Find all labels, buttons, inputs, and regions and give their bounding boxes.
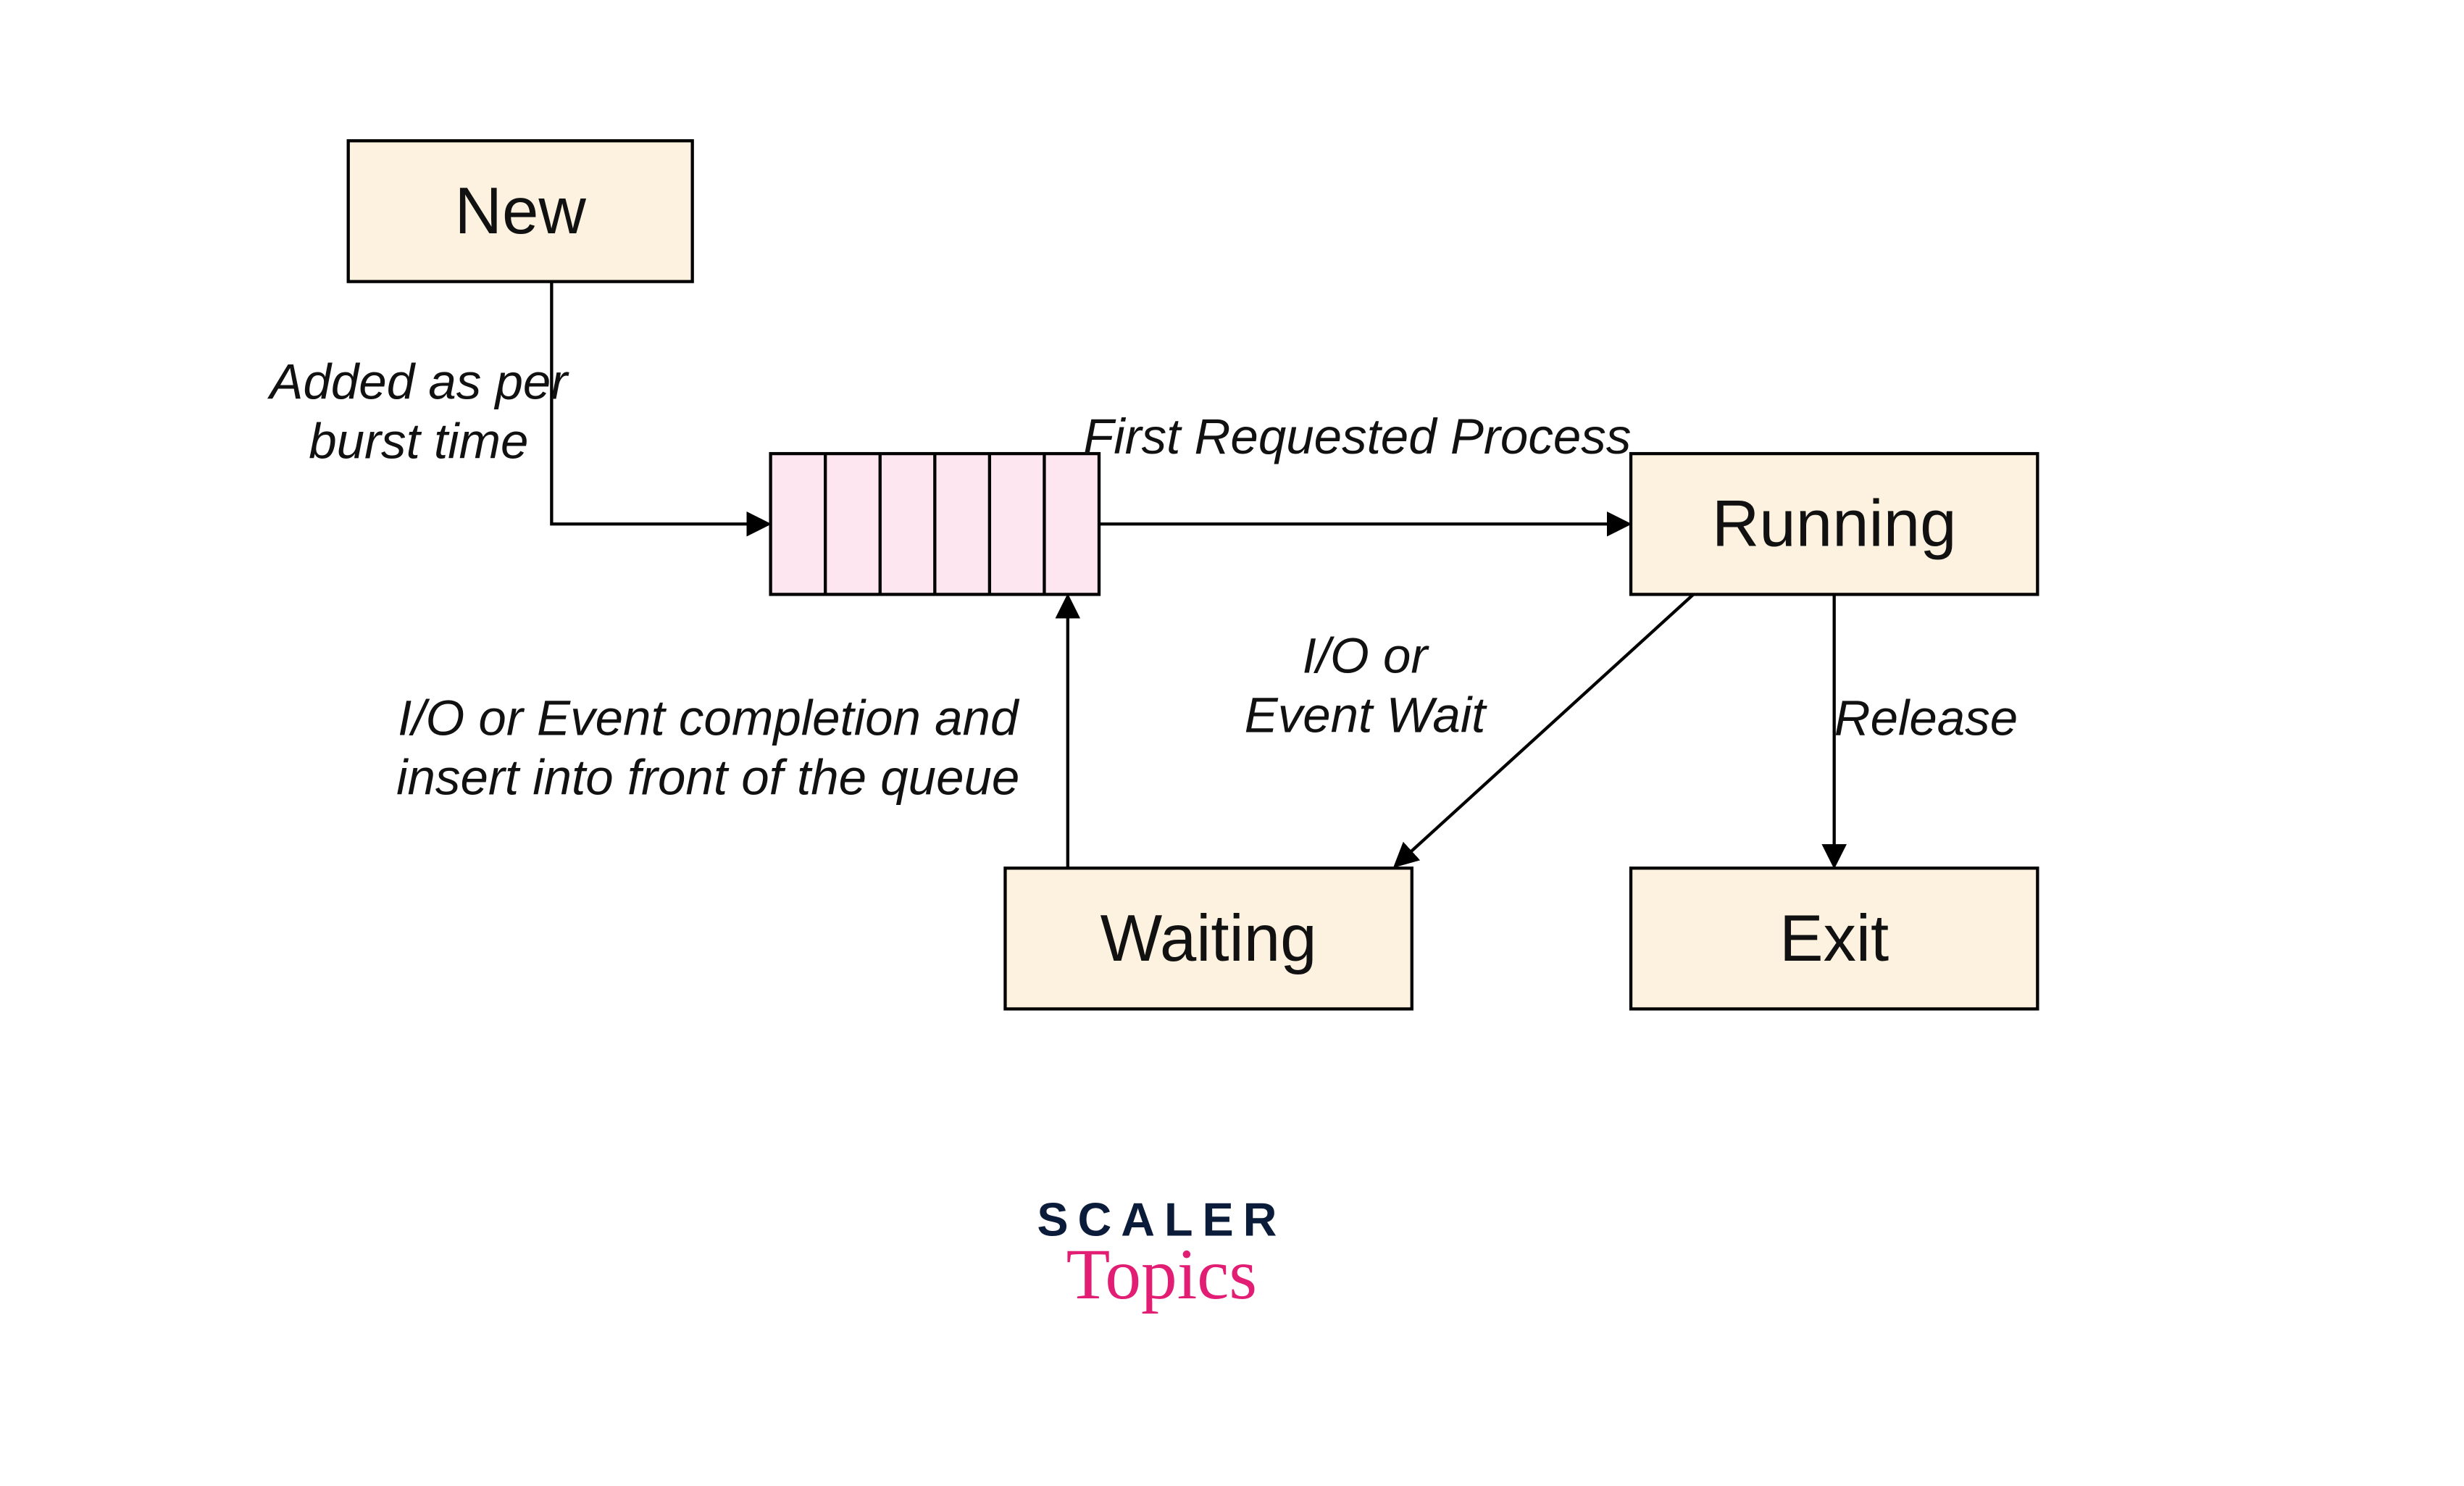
brand-logo-line2: Topics	[1066, 1235, 1257, 1314]
edge-waiting-to-queue: I/O or Event completion and insert into …	[396, 598, 1068, 868]
state-new: New	[348, 141, 693, 281]
edge-running-to-waiting: I/O or Event Wait	[1245, 594, 1694, 864]
arrow-icon	[551, 282, 767, 525]
ready-queue	[771, 454, 1099, 594]
state-exit-label: Exit	[1779, 902, 1889, 975]
edge-new-to-queue-label-2: burst time	[309, 413, 528, 469]
state-waiting: Waiting	[1005, 868, 1411, 1009]
state-new-label: New	[454, 175, 586, 248]
edge-new-to-queue-label-1: Added as per	[267, 354, 569, 410]
edge-queue-to-running: First Requested Process	[1083, 408, 1631, 524]
state-waiting-label: Waiting	[1101, 902, 1317, 975]
edge-running-to-exit-label: Release	[1834, 690, 2018, 746]
edge-queue-to-running-label: First Requested Process	[1083, 408, 1631, 464]
brand-logo: SCALER Topics	[1037, 1193, 1286, 1314]
edge-running-to-exit: Release	[1834, 594, 2018, 864]
state-running: Running	[1631, 454, 2037, 594]
edge-running-to-waiting-label-2: Event Wait	[1245, 686, 1488, 743]
process-state-diagram: New Running Waiting Exit Added as per bu…	[0, 0, 2464, 1486]
state-running-label: Running	[1712, 488, 1957, 561]
edge-running-to-waiting-label-1: I/O or	[1303, 627, 1430, 683]
state-exit: Exit	[1631, 868, 2037, 1009]
edge-waiting-to-queue-label-1: I/O or Event completion and	[398, 690, 1020, 746]
edge-waiting-to-queue-label-2: insert into front of the queue	[396, 749, 1019, 806]
edge-new-to-queue: Added as per burst time	[267, 282, 767, 525]
